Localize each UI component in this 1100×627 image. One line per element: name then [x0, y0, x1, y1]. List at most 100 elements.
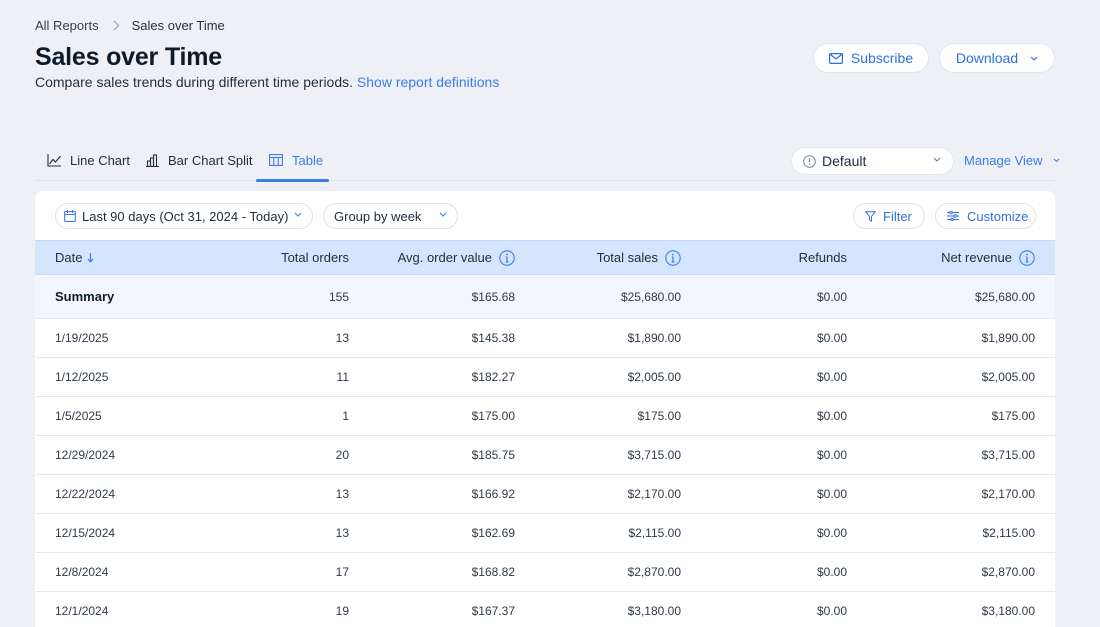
chevron-down-icon [1053, 158, 1060, 163]
cell-total-orders: 13 [335, 526, 349, 540]
cell-total-sales: $2,870.00 [627, 565, 681, 579]
column-label: Net revenue [941, 250, 1012, 265]
cell-net-revenue: $2,115.00 [982, 526, 1036, 540]
tab-table[interactable]: Table [256, 145, 329, 182]
cell-avg-order-value: $182.27 [471, 370, 515, 384]
table-row[interactable]: 12/22/2024 13 $166.92 $2,170.00 $0.00 $2,170.… [35, 475, 1055, 514]
info-icon[interactable] [665, 249, 681, 266]
cell-total-orders: 17 [335, 565, 349, 579]
tab-label: Bar Chart Split [168, 152, 253, 168]
column-header-avg-order-value[interactable]: Avg. order value [369, 241, 535, 275]
cell-date: 12/22/2024 [55, 487, 116, 501]
show-report-definitions-link[interactable]: Show report definitions [357, 74, 499, 90]
envelope-icon [828, 52, 843, 64]
column-header-net-revenue[interactable]: Net revenue [867, 241, 1055, 275]
summary-refunds: $0.00 [816, 289, 847, 304]
cell-total-sales: $2,115.00 [628, 526, 682, 540]
table-row[interactable]: 1/19/2025 13 $145.38 $1,890.00 $0.00 $1,890.0… [35, 319, 1055, 358]
summary-label: Summary [55, 289, 115, 304]
filter-funnel-icon [865, 210, 876, 222]
cell-refunds: $0.00 [816, 409, 847, 423]
sliders-icon [947, 211, 959, 221]
cell-total-orders: 13 [335, 331, 349, 345]
cell-net-revenue: $3,180.00 [981, 604, 1035, 618]
summary-avg-order-value: $165.68 [471, 289, 515, 304]
info-icon[interactable] [1019, 249, 1035, 266]
bar-chart-icon [146, 153, 159, 167]
line-chart-icon [47, 153, 61, 167]
table-icon [269, 154, 283, 166]
table-row[interactable]: 12/8/2024 17 $168.82 $2,870.00 $0.00 $2,870.0… [35, 553, 1055, 592]
breadcrumb: All Reports Sales over Time [35, 18, 225, 33]
table-row[interactable]: 12/29/2024 20 $185.75 $3,715.00 $0.00 $3,715.… [35, 436, 1055, 475]
chevron-down-icon [933, 157, 941, 162]
cell-avg-order-value: $167.37 [471, 604, 515, 618]
table-header-row: Date Total orders Avg. order value Total… [35, 240, 1055, 275]
date-range-select[interactable]: Last 90 days (Oct 31, 2024 - Today) [55, 203, 313, 229]
customize-button[interactable]: Customize [935, 203, 1036, 229]
column-label: Refunds [798, 250, 847, 265]
cell-net-revenue: $175.00 [991, 409, 1035, 423]
cell-refunds: $0.00 [816, 370, 847, 384]
table-row[interactable]: 1/12/2025 11 $182.27 $2,005.00 $0.00 $2,005.0… [35, 358, 1055, 397]
column-header-date[interactable]: Date [35, 241, 205, 275]
cell-refunds: $0.00 [816, 526, 847, 540]
cell-avg-order-value: $175.00 [471, 409, 515, 423]
table-row[interactable]: 12/15/2024 13 $162.69 $2,115.00 $0.00 $2,115.… [35, 514, 1055, 553]
manage-view-label: Manage View [964, 153, 1043, 168]
table-row[interactable]: 1/5/2025 1 $175.00 $175.00 $0.00 $175.00 [35, 397, 1055, 436]
group-by-value: Group by week [334, 208, 422, 224]
column-label: Date [55, 250, 83, 265]
cell-refunds: $0.00 [816, 331, 847, 345]
cell-total-sales: $2,170.00 [627, 487, 681, 501]
tab-line-chart[interactable]: Line Chart [47, 145, 130, 181]
info-circle-icon [803, 154, 816, 168]
filter-button[interactable]: Filter [853, 203, 925, 229]
cell-total-sales: $175.00 [637, 409, 681, 423]
column-header-total-orders[interactable]: Total orders [205, 241, 369, 275]
page-title: Sales over Time [35, 43, 222, 71]
customize-label: Customize [967, 208, 1029, 224]
cell-total-orders: 11 [336, 370, 349, 384]
cell-total-orders: 19 [335, 604, 349, 618]
cell-net-revenue: $1,890.00 [981, 331, 1035, 345]
cell-avg-order-value: $166.92 [471, 487, 515, 501]
tab-label: Line Chart [70, 152, 130, 168]
cell-date: 1/12/2025 [55, 370, 109, 384]
breadcrumb-all-reports[interactable]: All Reports [35, 18, 99, 33]
column-header-total-sales[interactable]: Total sales [535, 241, 701, 275]
tab-label: Table [292, 152, 324, 168]
cell-refunds: $0.00 [816, 448, 847, 462]
cell-date: 1/5/2025 [55, 409, 102, 423]
table-row[interactable]: 12/1/2024 19 $167.37 $3,180.00 $0.00 $3,180.0… [35, 592, 1055, 627]
manage-view-button[interactable]: Manage View [964, 153, 1060, 168]
tab-bar-chart-split[interactable]: Bar Chart Split [146, 145, 253, 181]
group-by-select[interactable]: Group by week [323, 203, 458, 229]
cell-net-revenue: $3,715.00 [981, 448, 1035, 462]
cell-total-sales: $1,890.00 [627, 331, 681, 345]
chevron-down-icon [294, 212, 302, 217]
info-icon[interactable] [499, 249, 515, 266]
download-button[interactable]: Download [939, 43, 1055, 73]
cell-avg-order-value: $162.69 [471, 526, 515, 540]
cell-refunds: $0.00 [816, 565, 847, 579]
summary-total-sales: $25,680.00 [620, 289, 681, 304]
page-subtitle: Compare sales trends during different ti… [35, 74, 499, 90]
cell-total-orders: 20 [335, 448, 349, 462]
cell-total-sales: $3,180.00 [627, 604, 681, 618]
view-select[interactable]: Default [791, 147, 954, 175]
column-header-refunds[interactable]: Refunds [701, 241, 867, 275]
cell-total-sales: $3,715.00 [627, 448, 681, 462]
subscribe-label: Subscribe [850, 50, 914, 66]
chevron-right-icon [113, 20, 120, 31]
sort-descending-icon [87, 252, 94, 263]
filter-label: Filter [883, 208, 912, 224]
report-table-card: Last 90 days (Oct 31, 2024 - Today) Grou… [35, 191, 1055, 627]
subscribe-button[interactable]: Subscribe [813, 43, 929, 73]
download-label: Download [955, 50, 1019, 66]
cell-total-orders: 1 [342, 409, 349, 423]
cell-date: 12/29/2024 [55, 448, 116, 462]
column-label: Avg. order value [397, 250, 492, 265]
cell-net-revenue: $2,005.00 [981, 370, 1035, 384]
chevron-down-icon [439, 212, 447, 217]
